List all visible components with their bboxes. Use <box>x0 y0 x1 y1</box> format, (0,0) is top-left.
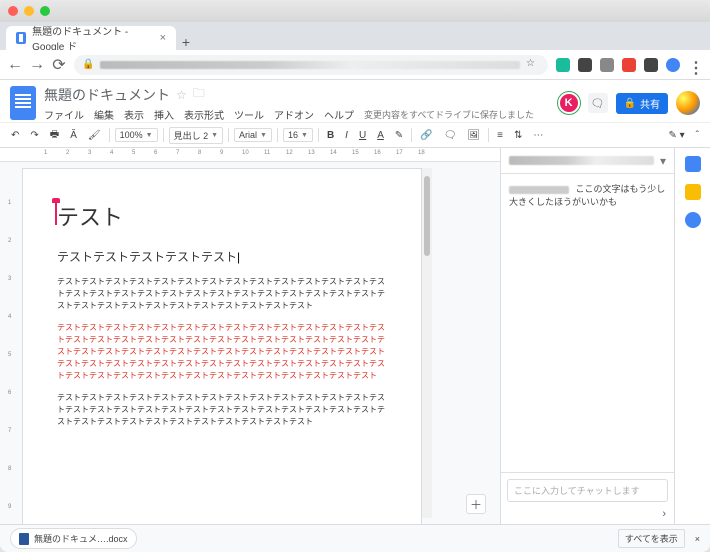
extension-icon[interactable] <box>578 58 592 72</box>
profile-avatar-icon[interactable] <box>666 58 680 72</box>
collapse-toolbar-icon[interactable]: ˆ <box>693 128 702 143</box>
document-scroll[interactable]: テスト テストテストテストテストテスト テストテストテストテストテストテストテス… <box>0 162 500 524</box>
paint-format-icon[interactable]: 🖌 <box>85 128 104 143</box>
chat-expand-icon[interactable]: › <box>501 508 674 524</box>
chat-sender-name <box>509 186 569 194</box>
document-title[interactable]: 無題のドキュメント <box>44 85 170 105</box>
tab-title: 無題のドキュメント - Google ド <box>32 23 153 53</box>
chat-header[interactable]: ▾ <box>501 148 674 174</box>
link-icon[interactable]: 🔗 <box>417 128 435 143</box>
lock-icon: 🔒 <box>82 59 94 70</box>
extension-icon[interactable] <box>622 58 636 72</box>
docs-header: 無題のドキュメント ☆ 🗀 ファイル 編集 表示 挿入 表示形式 ツール アドオ… <box>0 80 710 122</box>
text-color-icon[interactable]: A <box>374 128 387 143</box>
format-toolbar: ↶ ↷ 🖶 Ă 🖌 100%▼ 見出し 2▼ Arial▼ 16▼ B I U … <box>0 122 710 148</box>
close-window-icon[interactable] <box>8 6 18 16</box>
document-page[interactable]: テスト テストテストテストテストテスト テストテストテストテストテストテストテス… <box>22 168 422 524</box>
reload-icon[interactable]: ⟳ <box>52 58 66 72</box>
chat-panel: ▾ ここの文字はもう少し大きくしたほうがいいかも ここに入力してチャットします … <box>500 148 674 524</box>
download-filename: 無題のドキュメ….docx <box>34 532 128 545</box>
window-titlebar <box>0 0 710 22</box>
chat-input[interactable]: ここに入力してチャットします <box>507 479 668 502</box>
downloads-bar: 無題のドキュメ….docx すべてを表示 × <box>0 524 710 552</box>
share-button[interactable]: 🔒 共有 <box>616 93 668 114</box>
star-icon[interactable]: ☆ <box>176 88 187 102</box>
extension-icon[interactable] <box>556 58 570 72</box>
undo-icon[interactable]: ↶ <box>8 128 22 143</box>
paragraph-red[interactable]: テストテストテストテストテストテストテストテストテストテストテストテストテストテ… <box>57 322 387 382</box>
menu-file[interactable]: ファイル <box>44 107 84 122</box>
close-downloads-icon[interactable]: × <box>695 534 700 544</box>
bold-button[interactable]: B <box>324 128 337 143</box>
download-chip[interactable]: 無題のドキュメ….docx <box>10 528 137 549</box>
menu-view[interactable]: 表示 <box>124 107 144 122</box>
back-icon[interactable]: ← <box>8 58 22 72</box>
calendar-icon[interactable] <box>685 156 701 172</box>
collaborator-avatar[interactable]: K <box>558 92 580 114</box>
tasks-icon[interactable] <box>685 212 701 228</box>
underline-button[interactable]: U <box>356 128 369 143</box>
vertical-scrollbar[interactable] <box>422 168 432 518</box>
extension-icon[interactable] <box>644 58 658 72</box>
highlight-icon[interactable]: ✎ <box>392 128 406 143</box>
browser-tab[interactable]: 無題のドキュメント - Google ド × <box>6 26 176 50</box>
fontsize-select[interactable]: 16▼ <box>283 128 313 142</box>
account-avatar-icon[interactable] <box>676 91 700 115</box>
zoom-select[interactable]: 100%▼ <box>115 128 158 142</box>
keep-icon[interactable] <box>685 184 701 200</box>
minimize-window-icon[interactable] <box>24 6 34 16</box>
align-icon[interactable]: ≡ <box>494 128 506 143</box>
menu-edit[interactable]: 編集 <box>94 107 114 122</box>
docs-logo-icon[interactable] <box>10 86 36 120</box>
extension-icon[interactable] <box>600 58 614 72</box>
more-icon[interactable]: ⋯ <box>530 128 546 143</box>
editor-area: 123456789101112131415161718 12345678910 … <box>0 148 500 524</box>
browser-menu-icon[interactable]: ⋮ <box>688 58 702 72</box>
italic-button[interactable]: I <box>342 128 351 143</box>
menu-tools[interactable]: ツール <box>234 107 264 122</box>
comments-button[interactable]: 🗨 <box>588 93 608 113</box>
word-file-icon <box>19 533 29 545</box>
browser-toolbar: ← → ⟳ 🔒 ☆ ⋮ <box>0 50 710 80</box>
editing-mode-icon[interactable]: ✎ ▾ <box>665 128 687 143</box>
docs-favicon-icon <box>16 32 26 44</box>
redo-icon[interactable]: ↷ <box>27 128 41 143</box>
maximize-window-icon[interactable] <box>40 6 50 16</box>
spellcheck-icon[interactable]: Ă <box>67 128 80 143</box>
heading-1: テスト <box>57 201 387 234</box>
style-select[interactable]: 見出し 2▼ <box>169 127 223 144</box>
menu-bar: ファイル 編集 表示 挿入 表示形式 ツール アドオン ヘルプ 変更内容をすべて… <box>44 107 550 122</box>
image-icon[interactable]: 🖼 <box>464 128 483 143</box>
line-spacing-icon[interactable]: ⇅ <box>511 128 525 143</box>
forward-icon[interactable]: → <box>30 58 44 72</box>
url-text <box>100 61 520 69</box>
browser-tabstrip: 無題のドキュメント - Google ド × + <box>0 22 710 50</box>
save-status: 変更内容をすべてドライブに保存しました <box>364 108 534 121</box>
close-icon[interactable]: ▾ <box>660 154 666 168</box>
font-select[interactable]: Arial▼ <box>234 128 272 142</box>
side-rail <box>674 148 710 524</box>
close-tab-icon[interactable]: × <box>160 32 166 44</box>
comment-icon[interactable]: 🗨 <box>441 128 460 143</box>
collaborator-cursor <box>55 203 57 225</box>
vertical-ruler[interactable]: 12345678910 <box>4 162 18 524</box>
paragraph[interactable]: テストテストテストテストテストテストテストテストテストテストテストテストテストテ… <box>57 392 387 428</box>
print-icon[interactable]: 🖶 <box>47 125 62 146</box>
add-comment-button[interactable]: ＋ <box>466 494 486 514</box>
lock-icon: 🔒 <box>624 98 636 109</box>
heading-2[interactable]: テストテストテストテストテスト <box>57 248 387 266</box>
folder-icon[interactable]: 🗀 <box>193 84 205 105</box>
menu-addons[interactable]: アドオン <box>274 107 314 122</box>
menu-help[interactable]: ヘルプ <box>324 107 354 122</box>
menu-format[interactable]: 表示形式 <box>184 107 224 122</box>
chat-messages: ここの文字はもう少し大きくしたほうがいいかも <box>501 174 674 472</box>
address-bar[interactable]: 🔒 ☆ <box>74 55 548 75</box>
paragraph[interactable]: テストテストテストテストテストテストテストテストテストテストテストテストテストテ… <box>57 276 387 312</box>
horizontal-ruler[interactable]: 123456789101112131415161718 <box>0 148 500 162</box>
bookmark-icon[interactable]: ☆ <box>526 58 540 72</box>
new-tab-button[interactable]: + <box>176 34 196 50</box>
show-all-downloads-button[interactable]: すべてを表示 <box>618 529 685 548</box>
menu-insert[interactable]: 挿入 <box>154 107 174 122</box>
